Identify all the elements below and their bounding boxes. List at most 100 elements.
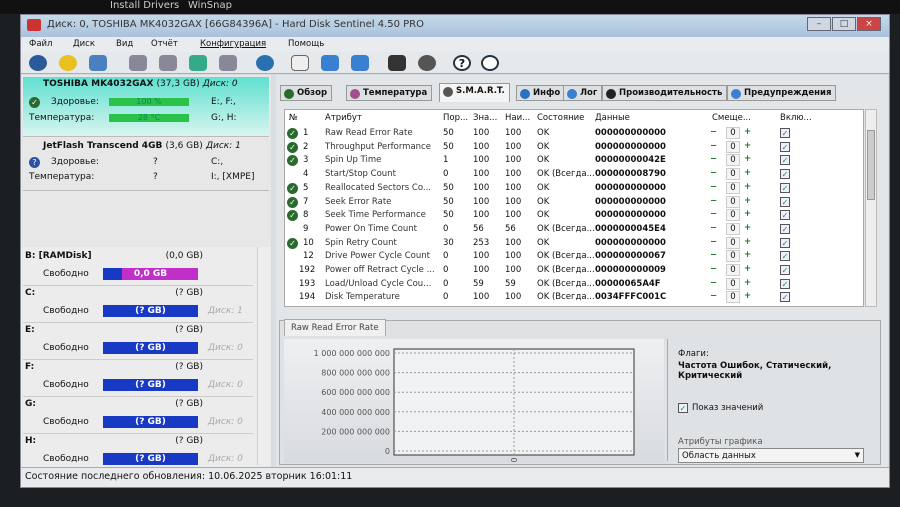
tab-overview[interactable]: Обзор [280,85,333,101]
offset-minus-button[interactable]: − [708,237,719,247]
table-row[interactable]: 194 Disk Temperature 0 100 100 OK (Всегда... 0… [285,291,863,305]
disk-icon[interactable] [89,55,107,71]
help-icon[interactable]: ? [453,55,471,71]
column-header[interactable]: Смеще... [712,113,751,123]
offset-minus-button[interactable]: − [708,155,719,164]
globe-icon[interactable] [256,55,274,71]
volume-scrollbar[interactable] [257,247,269,465]
info-icon[interactable] [481,55,499,71]
offset-minus-button[interactable]: − [708,292,719,301]
offset-plus-button[interactable]: + [742,237,753,247]
offset-minus-button[interactable]: − [708,128,719,137]
maximize-button[interactable]: □ [832,17,856,31]
table-row[interactable]: ✓ 3 Spin Up Time 1 100 100 OK 00000000042E −0 + ✓ [285,154,863,168]
offset-minus-button[interactable]: − [708,223,719,233]
volume-item[interactable]: B: [RAMDisk] (0,0 GB) Свободно 0,0 GB [23,249,253,286]
offset-plus-button[interactable]: + [742,141,753,151]
table-row[interactable]: 12 Drive Power Cycle Count 0 100 100 OK (Всег… [285,250,863,264]
table-row[interactable]: 193 Load/Unload Cycle Cou... 0 59 59 OK (Всег… [285,277,863,292]
offset-minus-button[interactable]: − [708,251,719,260]
column-header[interactable]: Наи... [505,113,530,123]
column-header[interactable]: № [289,113,298,123]
taskbar-item[interactable]: Install Drivers [110,0,179,11]
enabled-checkbox[interactable]: ✓ [780,210,790,221]
menu-disk[interactable]: Диск [73,39,95,49]
volume-item[interactable]: E: (? GB) Свободно (? GB) Диск: 0 [23,323,253,360]
enabled-checkbox[interactable]: ✓ [780,196,790,207]
disk-ok-icon[interactable] [189,55,207,71]
column-header[interactable]: Состояние [537,113,584,123]
minimize-button[interactable]: – [807,17,831,31]
enabled-checkbox[interactable]: ✓ [780,292,790,303]
column-header[interactable]: Данные [595,113,630,123]
table-row[interactable]: ✓ 7 Seek Error Rate 50 100 100 OK 000000000000 −… [285,195,863,210]
offset-plus-button[interactable]: + [742,251,753,260]
table-row[interactable]: 9 Power On Time Count 0 56 56 OK (Всегда... 00… [285,222,863,237]
enabled-checkbox[interactable]: ✓ [780,265,790,275]
table-row[interactable]: ✓ 8 Seek Time Performance 50 100 100 OK 0000000… [285,209,863,223]
speaker-icon[interactable] [418,55,436,71]
offset-minus-button[interactable]: − [708,196,719,206]
offset-plus-button[interactable]: + [742,182,753,192]
volume-item[interactable]: H: (? GB) Свободно (? GB) Диск: 0 [23,434,253,471]
menu-view[interactable]: Вид [116,39,133,49]
enabled-checkbox[interactable]: ✓ [780,278,790,289]
volume-item[interactable]: G: (? GB) Свободно (? GB) Диск: 0 [23,397,253,434]
enabled-checkbox[interactable]: ✓ [780,141,790,152]
table-row[interactable]: 4 Start/Stop Count 0 100 100 OK (Всегда... 000… [285,168,863,182]
column-header[interactable]: Атрибут [325,113,362,123]
enabled-checkbox[interactable]: ✓ [780,155,790,166]
disk-tool-icon[interactable] [219,55,237,71]
show-values-checkbox[interactable]: ✓ [678,403,688,413]
tab-info[interactable]: Инфо [516,85,566,101]
offset-plus-button[interactable]: + [742,196,753,206]
table-row[interactable]: 192 Power off Retract Cycle ... 0 100 100 OK … [285,264,863,278]
tab-log[interactable]: Лог [563,85,603,101]
table-row[interactable]: ✓ 10 Spin Retry Count 30 253 100 OK 00000000000… [285,236,863,251]
sync-icon[interactable] [321,55,339,71]
offset-plus-button[interactable]: + [742,210,753,219]
offset-plus-button[interactable]: + [742,128,753,137]
offset-minus-button[interactable]: − [708,141,719,151]
menu-help[interactable]: Помощь [288,39,324,49]
enabled-checkbox[interactable]: ✓ [780,237,790,248]
offset-plus-button[interactable]: + [742,223,753,233]
offset-minus-button[interactable]: − [708,169,719,178]
tab-performance[interactable]: Производительность [602,85,728,101]
column-header[interactable]: Зна... [473,113,497,123]
menu-config[interactable]: Конфигурация [200,39,266,49]
offset-minus-button[interactable]: − [708,210,719,219]
enabled-checkbox[interactable]: ✓ [780,182,790,193]
chart-attrs-select[interactable]: Область данных ▼ [678,448,864,463]
smart-scrollbar[interactable] [865,109,877,307]
offset-plus-button[interactable]: + [742,292,753,301]
offset-minus-button[interactable]: − [708,278,719,288]
volume-item[interactable]: C: (? GB) Свободно (? GB) Диск: 1 [23,286,253,323]
enabled-checkbox[interactable]: ✓ [780,223,790,234]
tab-smart[interactable]: S.M.A.R.T. [439,83,510,102]
volume-item[interactable]: F: (? GB) Свободно (? GB) Диск: 0 [23,360,253,397]
taskbar-item[interactable]: WinSnap [188,0,232,11]
table-row[interactable]: ✓ 2 Throughput Performance 50 100 100 OK 000000… [285,140,863,155]
tab-warnings[interactable]: Предупреждения [727,85,837,101]
enabled-checkbox[interactable]: ✓ [780,128,790,138]
chart-tab[interactable]: Raw Read Error Rate [284,319,386,336]
menu-report[interactable]: Отчёт [151,39,178,49]
close-button[interactable]: × [857,17,881,31]
disk-check-icon[interactable] [159,55,177,71]
column-header[interactable]: Вклю... [780,113,812,123]
offset-plus-button[interactable]: + [742,278,753,288]
disk-entry-1[interactable]: JetFlash Transcend 4GB (3,6 GB) Диск: 1 … [23,139,269,191]
column-header[interactable]: Пор... [443,113,468,123]
table-row[interactable]: ✓ 5 Reallocated Sectors Co... 50 100 100 OK 000… [285,181,863,196]
offset-minus-button[interactable]: − [708,182,719,192]
table-row[interactable]: ✓ 1 Raw Read Error Rate 50 100 100 OK 000000000… [285,127,863,141]
offset-plus-button[interactable]: + [742,265,753,274]
enabled-checkbox[interactable]: ✓ [780,169,790,180]
menu-file[interactable]: Файл [29,39,52,49]
tab-temperature[interactable]: Температура [346,85,433,101]
disk-entry-0[interactable]: TOSHIBA MK4032GAX (37,3 GB) Диск: 0 ✓ Зд… [23,77,269,137]
alert-icon[interactable] [59,55,77,71]
refresh-icon[interactable] [29,55,47,71]
report-icon[interactable] [291,55,309,71]
